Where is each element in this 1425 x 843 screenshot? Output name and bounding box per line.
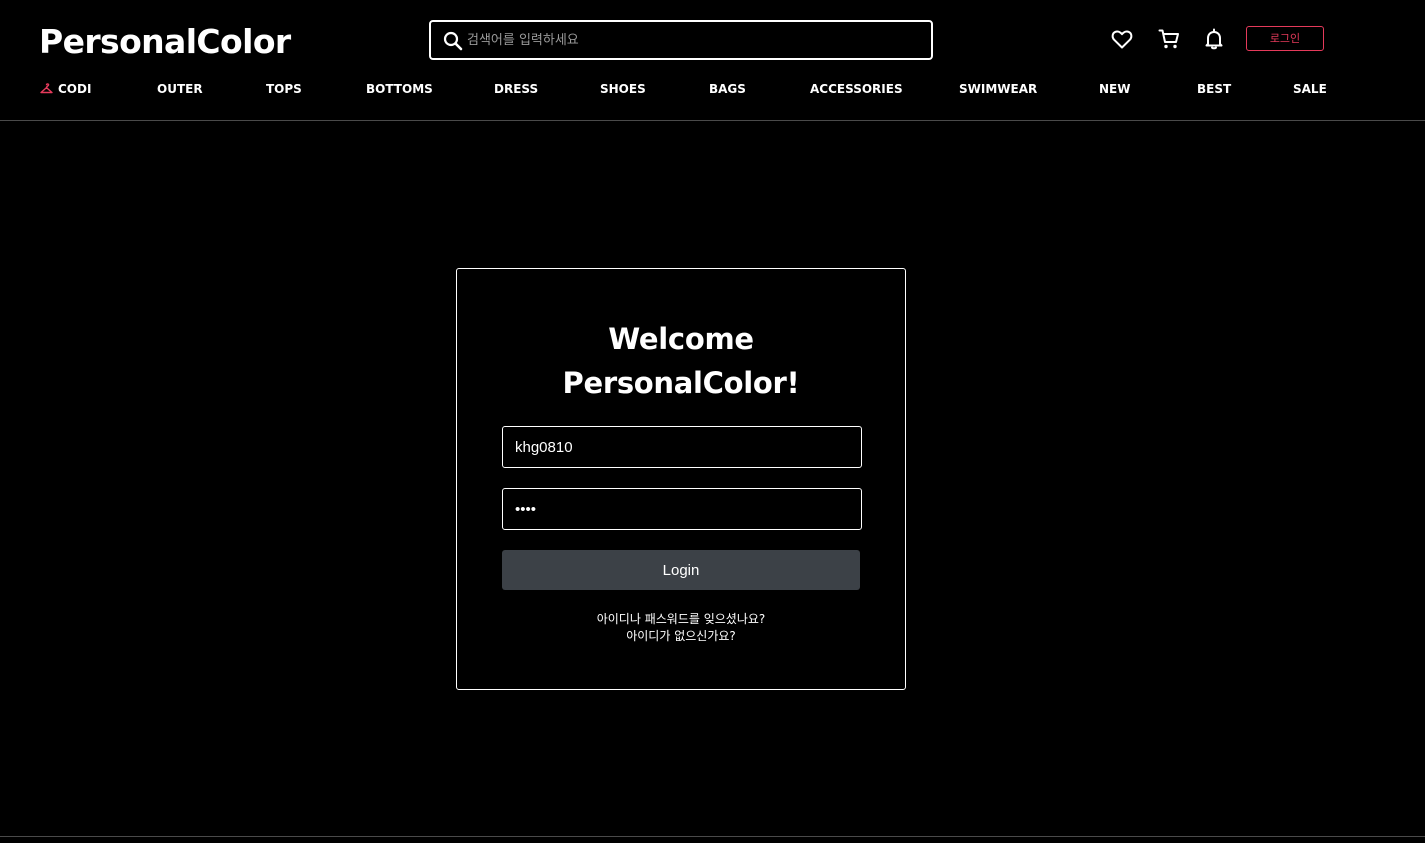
site-header: PersonalColor 로그인 CODI OUTER TOPS BOTTOM… [0,0,1425,121]
login-title-line1: Welcome [608,322,754,356]
nav-item-accessories[interactable]: ACCESSORIES [810,82,903,96]
nav-item-tops[interactable]: TOPS [266,82,302,96]
forgot-credentials-link[interactable]: 아이디나 패스워드를 잊으셨나요? [457,610,905,627]
site-logo[interactable]: PersonalColor [39,22,291,61]
login-title: Welcome PersonalColor! [457,317,905,405]
heart-icon[interactable] [1110,27,1134,51]
hanger-icon [40,83,53,94]
bell-icon[interactable] [1202,27,1226,51]
nav-item-best[interactable]: BEST [1197,82,1231,96]
nav-item-new[interactable]: NEW [1099,82,1130,96]
search-icon[interactable] [443,31,463,51]
nav-item-sale[interactable]: SALE [1293,82,1327,96]
login-button[interactable]: Login [502,550,860,590]
footer-divider [0,836,1425,837]
username-field[interactable] [502,426,862,468]
signup-link[interactable]: 아이디가 없으신가요? [457,627,905,644]
header-login-button[interactable]: 로그인 [1246,26,1324,51]
search-input[interactable] [467,24,917,56]
login-card: Welcome PersonalColor! Login 아이디나 패스워드를 … [456,268,906,690]
nav-item-bags[interactable]: BAGS [709,82,746,96]
login-title-line2: PersonalColor! [562,366,800,400]
nav-item-outer[interactable]: OUTER [157,82,203,96]
nav-item-bottoms[interactable]: BOTTOMS [366,82,433,96]
cart-icon[interactable] [1157,27,1181,51]
nav-item-swimwear[interactable]: SWIMWEAR [959,82,1037,96]
search-bar[interactable] [429,20,933,60]
nav-item-label: CODI [58,82,92,96]
password-field[interactable] [502,488,862,530]
nav-item-shoes[interactable]: SHOES [600,82,646,96]
nav-item-dress[interactable]: DRESS [494,82,538,96]
nav-item-codi[interactable]: CODI [40,82,91,96]
